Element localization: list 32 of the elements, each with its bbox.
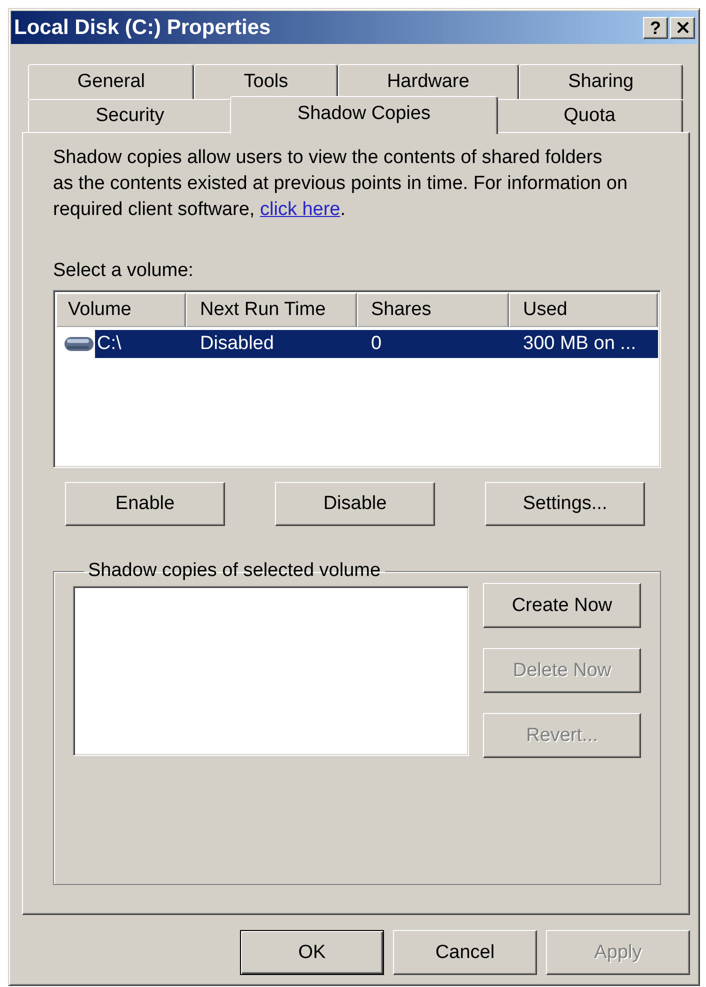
click-here-link[interactable]: click here (260, 199, 340, 220)
create-now-button[interactable]: Create Now (483, 583, 641, 628)
disable-button[interactable]: Disable (275, 482, 435, 526)
ok-button[interactable]: OK (240, 930, 384, 975)
group-title: Shadow copies of selected volume (87, 560, 382, 582)
table-cell-text: 0 (370, 333, 383, 355)
drive-icon (64, 336, 94, 352)
table-row[interactable]: C:\ Disabled 0 300 MB on ... (95, 330, 658, 358)
table-cell-text: C:\ (96, 333, 122, 355)
column-header[interactable]: Used (509, 293, 658, 327)
tab[interactable]: Shadow Copies (230, 96, 498, 134)
column-header[interactable]: Volume (56, 293, 186, 327)
tab[interactable]: Tools (194, 64, 338, 99)
volume-list[interactable]: Volume Next Run Time Shares Used C:\ Disabled 0 300 MB on ... (53, 290, 661, 468)
column-header[interactable]: Shares (357, 293, 509, 327)
close-button[interactable] (670, 16, 695, 38)
table-cell-text: 300 MB on ... (522, 333, 638, 355)
close-icon (676, 22, 688, 33)
volume-label: Select a volume: (53, 259, 194, 283)
description-text: Shadow copies allow users to view the contents of shared folders as the contents existed at previous points in time. For information on required client software, click here. (53, 146, 629, 222)
tab[interactable]: Security (28, 99, 232, 132)
cancel-button[interactable]: Cancel (393, 930, 537, 975)
settings-button[interactable]: Settings... (485, 482, 645, 526)
tab[interactable]: Sharing (518, 64, 684, 99)
tab[interactable]: Quota (496, 99, 684, 132)
enable-button[interactable]: Enable (65, 482, 225, 526)
tab[interactable]: General (28, 64, 194, 99)
window-title: Local Disk (C:) Properties (14, 16, 272, 40)
tab[interactable]: Hardware (338, 64, 519, 99)
column-header[interactable]: Next Run Time (186, 293, 357, 327)
help-button[interactable]: ? (643, 16, 668, 38)
table-cell-text: Disabled (199, 333, 275, 355)
